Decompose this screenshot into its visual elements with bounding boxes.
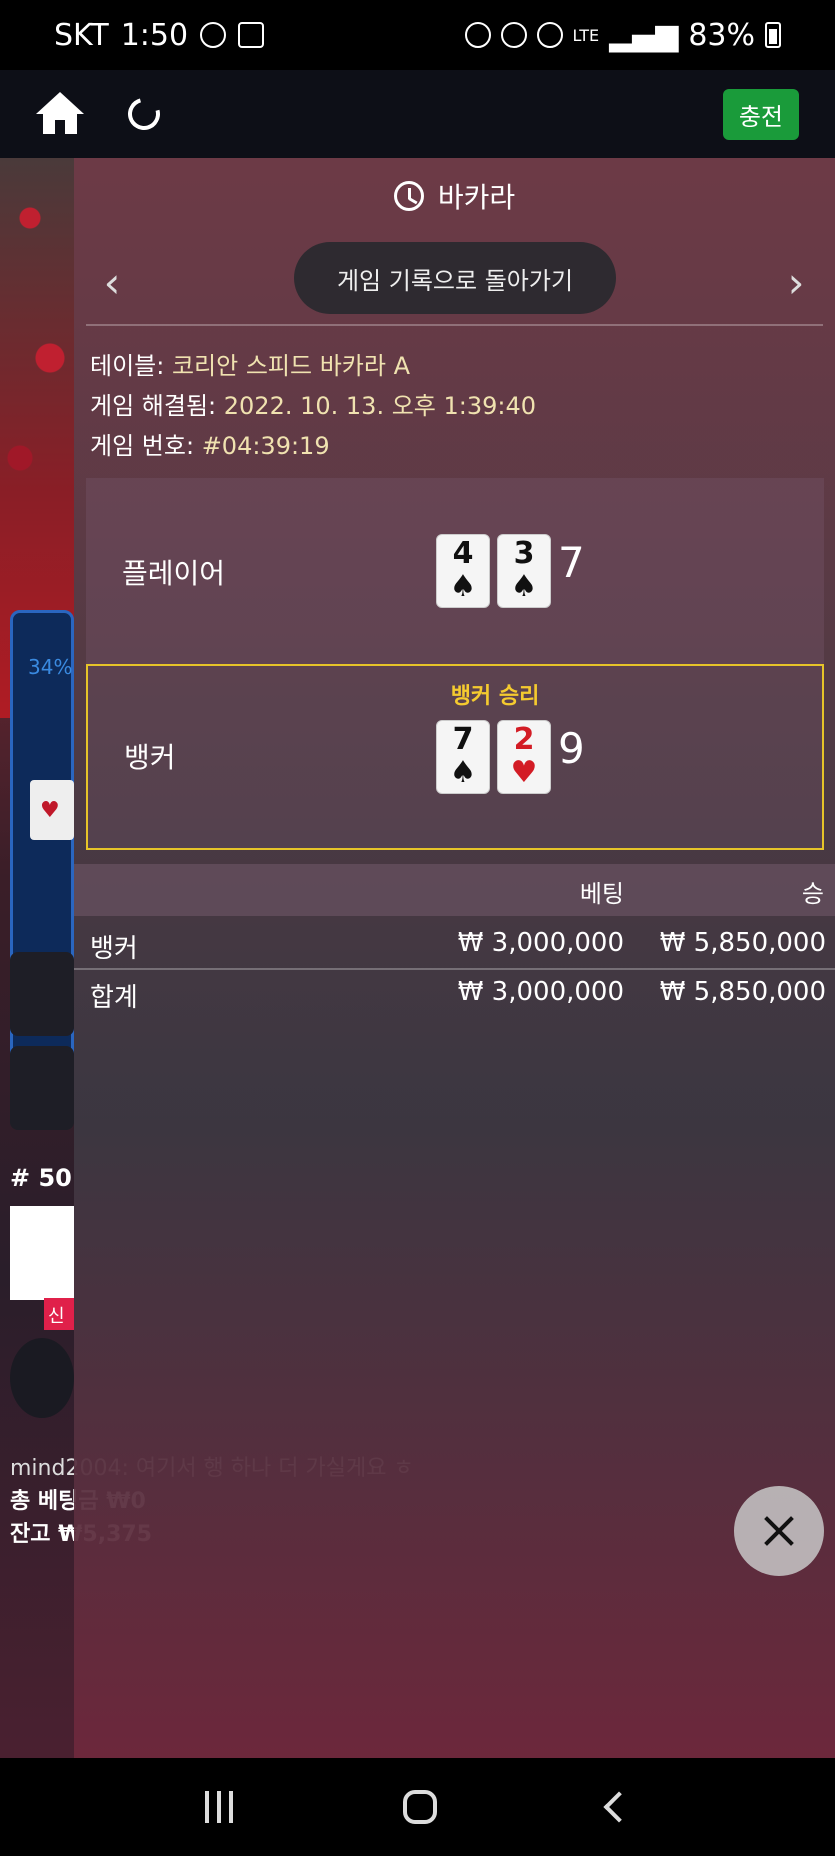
table-info: 테이블: 코리안 스피드 바카라 A [90,346,410,381]
charge-button[interactable]: 충전 [722,88,799,140]
banker-card-1: 7 ♠ [436,720,490,794]
bet-total-win: ₩ 5,850,000 [659,977,826,1007]
background-road-map [10,1206,74,1300]
resolved-label: 게임 해결됨: [90,392,217,420]
home-icon[interactable] [36,92,84,136]
clock: 1:50 [120,17,189,53]
top-app-bar: 충전 [0,70,835,158]
bets-header-win: 승 [801,880,824,908]
spade-icon: ♠ [449,755,477,790]
table-label: 테이블: [90,352,165,380]
history-icon [393,181,424,211]
player-card-2: 3 ♠ [497,534,551,608]
bets-header: 베팅 승 [74,864,835,916]
bluetooth-icon [500,22,527,48]
player-total: 7 [558,538,585,587]
table-value: 코리안 스피드 바카라 A [171,352,410,380]
carrier-label: SKT [54,17,109,53]
banker-hand: 뱅커 승리 뱅커 7 ♠ 2 ♥ 9 [86,664,824,850]
network-label: LTE [572,25,600,45]
bets-header-bet: 베팅 [579,880,624,908]
divider [74,968,835,970]
bet-row: 뱅커 ₩ 3,000,000 ₩ 5,850,000 [74,922,835,968]
background-percent: 34% [28,655,73,679]
voicemail-icon [238,22,265,48]
panel-title-text: 바카라 [437,181,516,214]
heart-icon: ♥ [40,798,60,823]
background-bet-button [10,952,74,1036]
battery-percent: 83% [688,17,755,53]
chevron-left-icon[interactable]: ‹ [92,258,132,307]
nav-back-icon[interactable] [603,1791,635,1823]
panel-title: 바카라 [74,176,835,216]
game-history-panel: 바카라 ‹ 게임 기록으로 돌아가기 › 테이블: 코리안 스피드 바카라 A … [74,158,835,1758]
media-icon [200,22,227,48]
bet-row-win: ₩ 5,850,000 [659,928,826,958]
banker-label: 뱅커 [124,741,176,774]
banker-total: 9 [558,724,585,773]
resolved-info: 게임 해결됨: 2022. 10. 13. 오후 1:39:40 [90,386,536,421]
refresh-icon[interactable] [122,92,166,136]
banker-card-2: 2 ♥ [497,720,551,794]
chips-icon [10,1338,74,1418]
bet-row-label: 뱅커 [90,934,138,964]
background-round-number: # 50 [10,1164,72,1192]
nav-home-icon[interactable] [403,1790,438,1824]
system-nav-bar [0,1758,835,1856]
player-label: 플레이어 [122,557,226,590]
recent-apps-icon[interactable] [205,1791,234,1823]
background-new-badge: 신 [44,1298,74,1330]
chevron-right-icon[interactable]: › [776,258,816,307]
bet-total-row: 합계 ₩ 3,000,000 ₩ 5,850,000 [74,971,835,1017]
heart-icon: ♥ [510,755,538,790]
status-bar: SKT 1:50 LTE ▂▄▆ 83% [0,0,835,70]
bet-total-amount: ₩ 3,000,000 [457,977,624,1007]
bet-row-amount: ₩ 3,000,000 [457,928,624,958]
close-icon[interactable] [734,1486,824,1576]
mute-icon [536,22,563,48]
signal-icon: ▂▄▆ [609,17,679,53]
player-card-1: 4 ♠ [436,534,490,608]
resolved-value: 2022. 10. 13. 오후 1:39:40 [223,392,537,420]
banker-win-label: 뱅커 승리 [450,684,540,709]
spade-icon: ♠ [449,569,477,604]
spade-icon: ♠ [510,569,538,604]
player-hand: 플레이어 4 ♠ 3 ♠ 7 [86,478,824,664]
battery-icon [765,22,781,48]
divider [86,324,823,326]
game-number-value: #04:39:19 [201,432,330,460]
alarm-icon [464,22,491,48]
background-bet-button [10,1046,74,1130]
game-number-label: 게임 번호: [90,432,195,460]
back-to-history-button[interactable]: 게임 기록으로 돌아가기 [294,242,616,314]
game-number-info: 게임 번호: #04:39:19 [90,426,330,461]
bet-total-label: 합계 [90,983,138,1013]
